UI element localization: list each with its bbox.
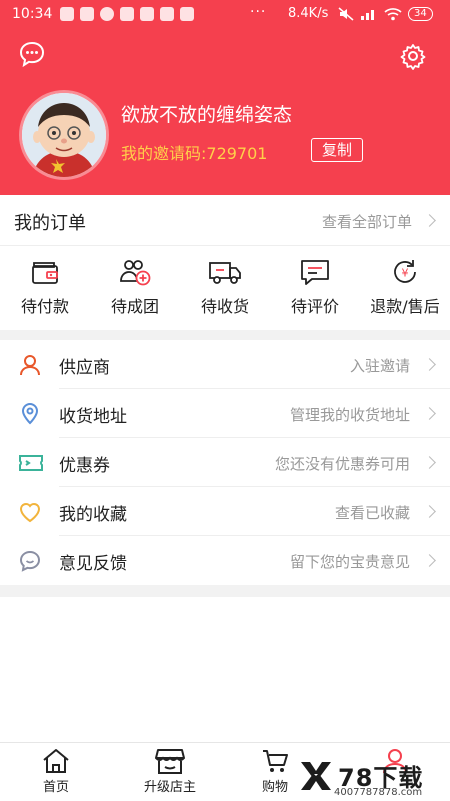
mute-icon (338, 7, 354, 21)
comment-icon (301, 260, 329, 285)
order-item-label: 待成团 (110, 297, 159, 316)
menu-item-label: 优惠券 (59, 456, 110, 476)
truck-icon (209, 262, 241, 284)
chevron-right-icon (423, 554, 436, 567)
wifi-icon (384, 8, 402, 21)
tab-label: 升级店主 (143, 780, 196, 795)
view-all-orders-link[interactable]: 查看全部订单 (322, 211, 412, 232)
location-icon (21, 402, 39, 425)
order-pending-group[interactable]: 待成团 (90, 257, 180, 317)
status-time: 10:34 (12, 6, 53, 22)
watermark-url: 4007787878.com (334, 787, 423, 798)
menu-item-hint: 留下您的宝贵意见 (289, 553, 410, 571)
chevron-right-icon (423, 358, 436, 371)
order-pending-payment[interactable]: 待付款 (0, 257, 90, 317)
copy-invite-code-button[interactable]: 复制 (311, 138, 363, 162)
tab-label: 首页 (42, 780, 69, 795)
order-item-label: 待收货 (200, 297, 249, 316)
battery-indicator: 34 (408, 7, 433, 21)
notification-icon (100, 7, 114, 21)
tab-upgrade-shop-owner[interactable]: 升级店主 (130, 747, 210, 795)
status-bar: 10:34 ··· 8.4K/s 34 (0, 0, 450, 30)
menu-item-supplier[interactable]: 供应商 入驻邀请 (0, 340, 450, 389)
notification-icon (180, 7, 194, 21)
svg-text:¥: ¥ (402, 267, 409, 280)
menu-item-hint: 查看已收藏 (334, 504, 410, 522)
menu-item-favorites[interactable]: 我的收藏 查看已收藏 (0, 487, 450, 536)
notification-icon (120, 7, 134, 21)
chevron-right-icon (423, 456, 436, 469)
group-add-icon (120, 260, 151, 286)
order-pending-receipt[interactable]: 待收货 (180, 257, 270, 317)
chevron-right-icon (423, 214, 436, 227)
menu-item-coupons[interactable]: 优惠券 您还没有优惠券可用 (0, 438, 450, 487)
tab-home[interactable]: 首页 (30, 747, 82, 795)
menu-item-hint: 入驻邀请 (349, 357, 410, 375)
store-icon (155, 749, 185, 774)
tab-label: 购物 (261, 780, 288, 795)
menu-item-hint: 管理我的收货地址 (289, 406, 410, 424)
wallet-icon (32, 262, 58, 284)
notification-icon (160, 7, 174, 21)
menu-item-label: 供应商 (59, 358, 110, 378)
cart-icon (263, 750, 288, 772)
order-refund-aftersale[interactable]: ¥ 退款/售后 (360, 257, 450, 317)
watermark-logo-icon (301, 762, 331, 790)
person-icon (20, 355, 40, 376)
network-speed: 8.4K/s (288, 6, 329, 21)
menu-item-label: 收货地址 (59, 407, 127, 427)
coupon-icon (19, 455, 43, 471)
heart-icon (19, 503, 41, 523)
status-right-icons: 34 (338, 7, 433, 21)
divider (0, 245, 450, 246)
feedback-icon (19, 550, 41, 572)
chat-bubble-icon (19, 41, 45, 68)
order-item-label: 退款/售后 (370, 297, 440, 316)
signal-icon (361, 10, 374, 20)
notification-icon (140, 7, 154, 21)
refund-icon: ¥ (394, 260, 416, 283)
invite-code: 我的邀请码:729701 (121, 144, 268, 163)
menu-item-feedback[interactable]: 意见反馈 留下您的宝贵意见 (0, 536, 450, 585)
menu-list: 供应商 入驻邀请 收货地址 管理我的收货地址 优惠券 您还没有优惠券可用 我的收… (0, 340, 450, 585)
notification-icons (60, 7, 194, 21)
orders-section: 我的订单 查看全部订单 待付款 待成团 待收货 待评价 ¥ 退款/售后 (0, 195, 450, 330)
chevron-right-icon (423, 505, 436, 518)
message-button[interactable] (18, 40, 46, 68)
status-more-dots: ··· (250, 4, 267, 20)
home-icon (43, 749, 69, 773)
tab-shopping-cart[interactable]: 购物 (250, 747, 300, 795)
menu-item-label: 我的收藏 (59, 505, 127, 525)
gear-icon (400, 44, 426, 70)
order-item-label: 待付款 (20, 297, 69, 316)
settings-button[interactable] (399, 42, 427, 70)
notification-icon (60, 7, 74, 21)
menu-item-label: 意见反馈 (59, 554, 127, 574)
order-pending-review[interactable]: 待评价 (270, 257, 360, 317)
notification-icon (80, 7, 94, 21)
orders-title: 我的订单 (14, 213, 86, 234)
chevron-right-icon (423, 407, 436, 420)
menu-item-hint: 您还没有优惠券可用 (274, 455, 410, 473)
order-item-label: 待评价 (290, 297, 339, 316)
cartoon-avatar-icon (22, 93, 106, 177)
menu-item-address[interactable]: 收货地址 管理我的收货地址 (0, 389, 450, 438)
empty-content-area (0, 597, 450, 742)
avatar[interactable] (22, 93, 106, 177)
watermark: 78下载 4007787878.com (298, 758, 450, 800)
username: 欲放不放的缠绵姿态 (121, 104, 293, 126)
